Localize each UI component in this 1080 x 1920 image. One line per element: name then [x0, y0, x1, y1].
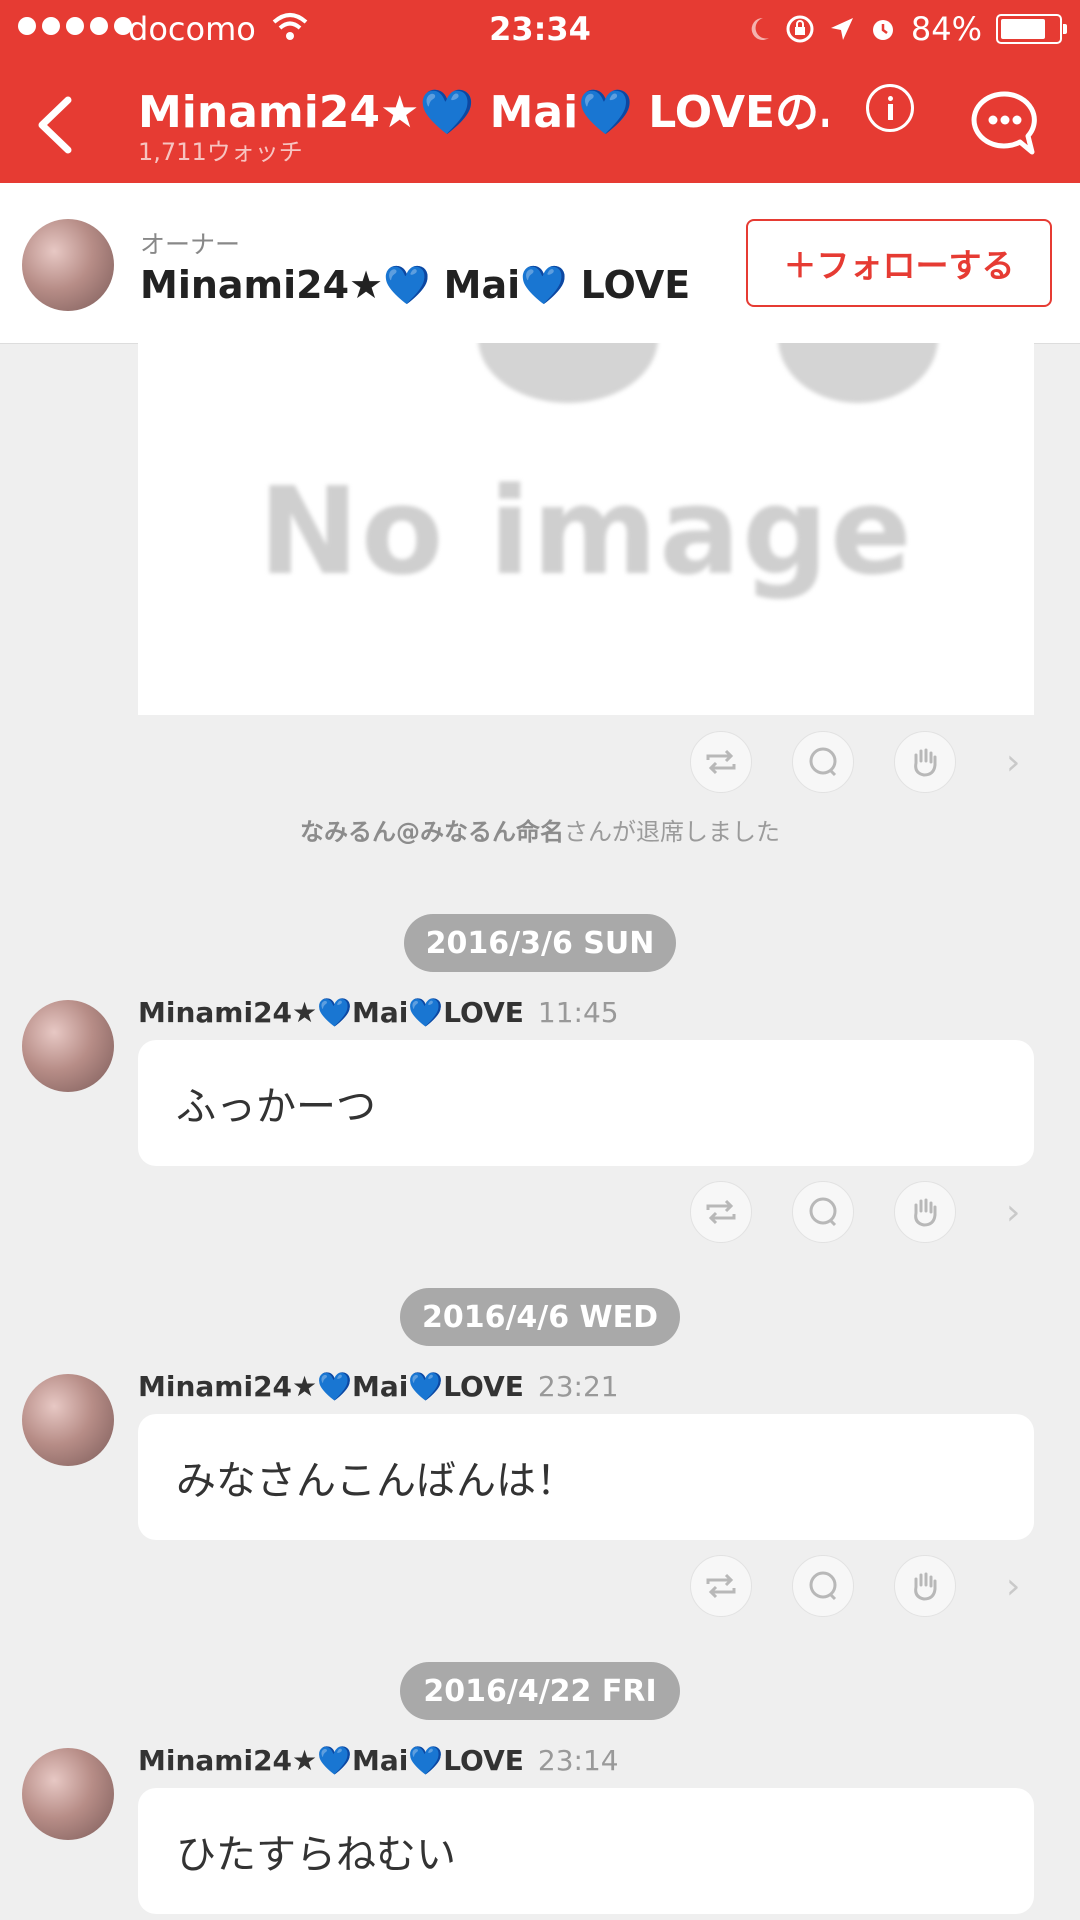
watch-count: 1,711ウォッチ [138, 138, 303, 166]
date-divider: 2016/3/6 SUN [404, 914, 676, 972]
post-actions: › [690, 1180, 1020, 1244]
system-message: なみるん@みなるん命名さんが退席しました [0, 812, 1080, 847]
owner-bar: オーナー Minami24★💙 Mai💙 LOVE ＋フォローする [0, 183, 1080, 344]
message-bubble[interactable]: ひたすらねむい [138, 1788, 1034, 1914]
avatar[interactable] [22, 1374, 114, 1466]
follow-button[interactable]: ＋フォローする [746, 219, 1052, 307]
message-time: 23:14 [537, 1744, 619, 1777]
status-bar: docomo 23:34 84% [0, 0, 1080, 58]
page-title: Minami24★💙 Mai💙 LOVEの… [138, 87, 828, 138]
repost-icon[interactable] [690, 1181, 752, 1243]
back-button[interactable] [30, 90, 80, 160]
image-placeholder[interactable]: No image [138, 343, 1034, 715]
rotation-lock-icon [786, 15, 814, 43]
comment-icon[interactable] [792, 1181, 854, 1243]
chevron-right-icon[interactable]: › [1006, 1192, 1020, 1233]
message-time: 11:45 [537, 996, 619, 1029]
message-header: Minami24★💙Mai💙LOVE 23:21 [138, 1370, 619, 1403]
message-author[interactable]: Minami24★💙Mai💙LOVE [138, 1370, 524, 1403]
message-time: 23:21 [537, 1370, 619, 1403]
location-arrow-icon [830, 18, 853, 40]
battery-fill [1001, 19, 1045, 39]
date-divider: 2016/4/22 FRI [400, 1662, 680, 1720]
message-author[interactable]: Minami24★💙Mai💙LOVE [138, 996, 524, 1029]
moon-icon [751, 17, 769, 40]
clap-icon[interactable] [894, 1555, 956, 1617]
message-header: Minami24★💙Mai💙LOVE 23:14 [138, 1744, 619, 1777]
chat-bubble-icon[interactable] [970, 90, 1040, 156]
post-actions: › [690, 1554, 1020, 1618]
chevron-right-icon[interactable]: › [1006, 742, 1020, 783]
alarm-icon [872, 20, 893, 40]
repost-icon[interactable] [690, 1555, 752, 1617]
message-author[interactable]: Minami24★💙Mai💙LOVE [138, 1744, 524, 1777]
avatar[interactable] [22, 219, 114, 311]
owner-label: オーナー [140, 230, 241, 259]
clap-icon[interactable] [894, 1181, 956, 1243]
battery-icon [996, 14, 1067, 44]
placeholder-shape [478, 343, 658, 403]
avatar[interactable] [22, 1000, 114, 1092]
status-right-icons: 84% [749, 10, 1067, 48]
comment-icon[interactable] [792, 1555, 854, 1617]
message-bubble[interactable]: ふっかーつ [138, 1040, 1034, 1166]
post-actions: › [690, 730, 1020, 794]
placeholder-shape [778, 343, 938, 403]
message-header: Minami24★💙Mai💙LOVE 11:45 [138, 996, 619, 1029]
info-icon[interactable] [866, 84, 914, 132]
comment-icon[interactable] [792, 731, 854, 793]
message-bubble[interactable]: みなさんこんばんは！ [138, 1414, 1034, 1540]
system-message-user: なみるん@みなるん命名 [300, 818, 564, 846]
chevron-right-icon[interactable]: › [1006, 1566, 1020, 1607]
app-header: docomo 23:34 84% Minami24★💙 Mai💙 LOVEの… … [0, 0, 1080, 183]
no-image-text: No image [258, 463, 914, 602]
owner-name[interactable]: Minami24★💙 Mai💙 LOVE [140, 263, 690, 308]
repost-icon[interactable] [690, 731, 752, 793]
battery-percentage: 84% [910, 10, 982, 48]
date-divider: 2016/4/6 WED [400, 1288, 680, 1346]
avatar[interactable] [22, 1748, 114, 1840]
clap-icon[interactable] [894, 731, 956, 793]
system-message-text: さんが退席しました [564, 818, 780, 846]
